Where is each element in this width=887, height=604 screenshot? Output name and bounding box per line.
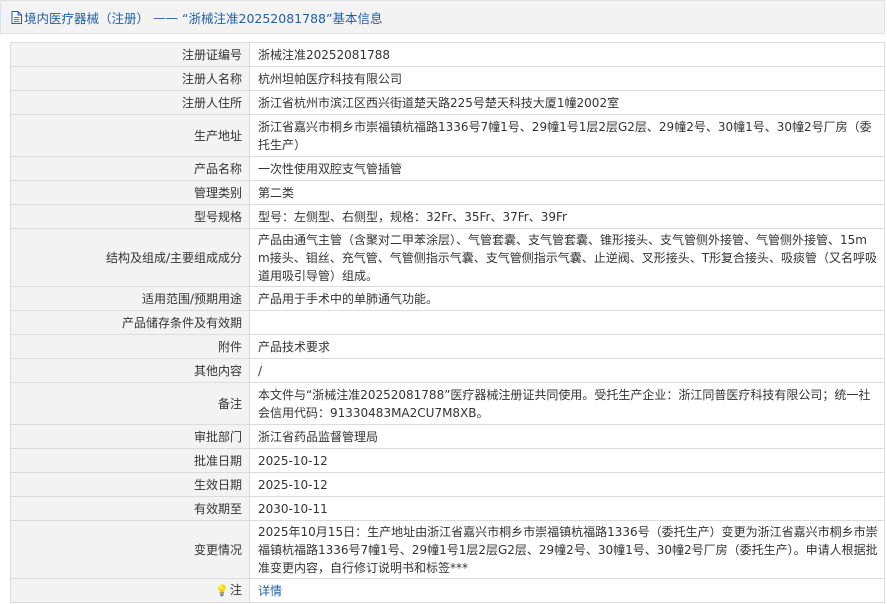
details-link[interactable]: 详情 [258,584,282,598]
table-row: 变更情况 2025年10月15日：生产地址由浙江省嘉兴市桐乡市崇福镇杭福路133… [10,520,885,579]
row-label: 结构及组成/主要组成成分 [10,228,250,287]
row-label: 审批部门 [10,424,250,449]
table-row: 审批部门 浙江省药品监督管理局 [10,424,885,449]
row-label: 生效日期 [10,472,250,497]
row-label: 注册人名称 [10,66,250,91]
breadcrumb-separator: —— [153,9,179,25]
row-label: 产品名称 [10,156,250,181]
document-icon [11,10,22,24]
row-label: 管理类别 [10,180,250,205]
row-label: 其他内容 [10,358,250,383]
table-row: 其他内容 / [10,358,885,383]
row-value: 产品技术要求 [249,334,885,359]
lightbulb-icon: 💡 [215,584,229,597]
row-value: 2025-10-12 [249,448,885,473]
note-label: 注 [229,583,242,597]
page-header: 境内医疗器械（注册） —— “浙械注准20252081788”基本信息 [0,0,885,34]
row-value: 产品由通气主管（含聚对二甲苯涂层）、气管套囊、支气管套囊、锥形接头、支气管侧外接… [249,228,885,287]
table-row: 型号规格 型号：左侧型、右侧型，规格：32Fr、35Fr、37Fr、39Fr [10,204,885,229]
row-label: 产品储存条件及有效期 [10,310,250,335]
table-row: 产品名称 一次性使用双腔支气管插管 [10,156,885,181]
row-label: 批准日期 [10,448,250,473]
row-value [249,310,885,335]
row-label: 备注 [10,382,250,425]
row-value: 2025年10月15日：生产地址由浙江省嘉兴市桐乡市崇福镇杭福路1336号（委托… [249,520,885,579]
row-label: 注册人住所 [10,90,250,115]
note-value-cell: 详情 [249,578,885,603]
table-row: 注册人住所 浙江省杭州市滨江区西兴街道楚天路225号楚天科技大厦1幢2002室 [10,90,885,115]
table-row: 生效日期 2025-10-12 [10,472,885,497]
row-label: 生产地址 [10,114,250,157]
row-value: 2025-10-12 [249,472,885,497]
row-label: 型号规格 [10,204,250,229]
table-row: 批准日期 2025-10-12 [10,448,885,473]
row-value: 浙江省嘉兴市桐乡市崇福镇杭福路1336号7幢1号、29幢1号1层2层G2层、29… [249,114,885,157]
row-value: 型号：左侧型、右侧型，规格：32Fr、35Fr、37Fr、39Fr [249,204,885,229]
row-label: 有效期至 [10,496,250,521]
page-title: “浙械注准20252081788”基本信息 [182,10,383,26]
table-row: 管理类别 第二类 [10,180,885,205]
table-row: 注册证编号 浙械注准20252081788 [10,42,885,67]
row-value: 浙江省杭州市滨江区西兴街道楚天路225号楚天科技大厦1幢2002室 [249,90,885,115]
row-label: 附件 [10,334,250,359]
row-value: 浙江省药品监督管理局 [249,424,885,449]
row-label: 注册证编号 [10,42,250,67]
row-value: 第二类 [249,180,885,205]
info-table: 注册证编号 浙械注准20252081788 注册人名称 杭州坦帕医疗科技有限公司… [10,42,885,603]
note-label-cell: 💡注 [10,578,250,603]
table-row: 产品储存条件及有效期 [10,310,885,335]
table-row: 附件 产品技术要求 [10,334,885,359]
table-row: 备注 本文件与“浙械注准20252081788”医疗器械注册证共同使用。受托生产… [10,382,885,425]
table-row: 生产地址 浙江省嘉兴市桐乡市崇福镇杭福路1336号7幢1号、29幢1号1层2层G… [10,114,885,157]
row-label: 变更情况 [10,520,250,579]
table-row: 有效期至 2030-10-11 [10,496,885,521]
row-label: 适用范围/预期用途 [10,286,250,311]
row-value: 杭州坦帕医疗科技有限公司 [249,66,885,91]
row-value: 2030-10-11 [249,496,885,521]
note-row: 💡注 详情 [10,578,885,603]
breadcrumb-category[interactable]: 境内医疗器械（注册） [24,8,149,27]
table-row: 结构及组成/主要组成成分 产品由通气主管（含聚对二甲苯涂层）、气管套囊、支气管套… [10,228,885,287]
table-row: 注册人名称 杭州坦帕医疗科技有限公司 [10,66,885,91]
row-value: 浙械注准20252081788 [249,42,885,67]
row-value: 一次性使用双腔支气管插管 [249,156,885,181]
row-value: 产品用于手术中的单肺通气功能。 [249,286,885,311]
table-row: 适用范围/预期用途 产品用于手术中的单肺通气功能。 [10,286,885,311]
row-value: 本文件与“浙械注准20252081788”医疗器械注册证共同使用。受托生产企业：… [249,382,885,425]
row-value: / [249,358,885,383]
